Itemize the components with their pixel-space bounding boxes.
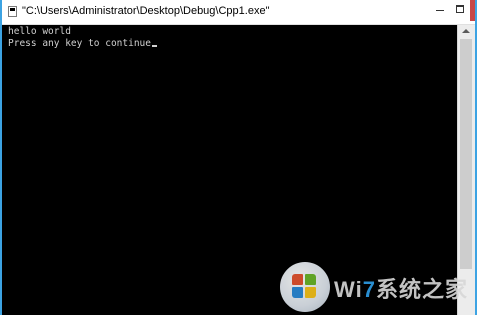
- maximize-icon: [456, 5, 464, 13]
- watermark-text: Wi7系统之家: [334, 272, 468, 304]
- console-app-icon[interactable]: [8, 6, 17, 17]
- minimize-button[interactable]: [430, 1, 450, 19]
- watermark-seven: 7: [362, 277, 376, 302]
- scroll-up-arrow-icon[interactable]: [462, 29, 470, 33]
- flag-yellow-pane: [305, 287, 316, 298]
- watermark-suffix: 系统之家: [375, 277, 468, 302]
- scroll-thumb[interactable]: [460, 39, 472, 269]
- minimize-icon: [436, 10, 444, 11]
- console-line: hello world: [8, 26, 71, 37]
- flag-red-pane: [292, 274, 303, 285]
- console-prompt-text: Press any key to continue: [8, 38, 151, 49]
- watermark: Wi7系统之家: [280, 262, 475, 312]
- text-cursor: [152, 45, 157, 47]
- title-bar[interactable]: "C:\Users\Administrator\Desktop\Debug\Cp…: [2, 0, 475, 25]
- windows-logo-icon: [280, 262, 330, 312]
- console-line: Press any key to continue: [8, 38, 448, 50]
- flag-green-pane: [305, 274, 316, 285]
- window-title: "C:\Users\Administrator\Desktop\Debug\Cp…: [22, 5, 270, 17]
- watermark-prefix: Wi: [334, 277, 363, 302]
- maximize-button[interactable]: [450, 1, 470, 19]
- close-button[interactable]: [470, 0, 475, 21]
- console-window: "C:\Users\Administrator\Desktop\Debug\Cp…: [0, 0, 477, 315]
- flag-blue-pane: [292, 287, 303, 298]
